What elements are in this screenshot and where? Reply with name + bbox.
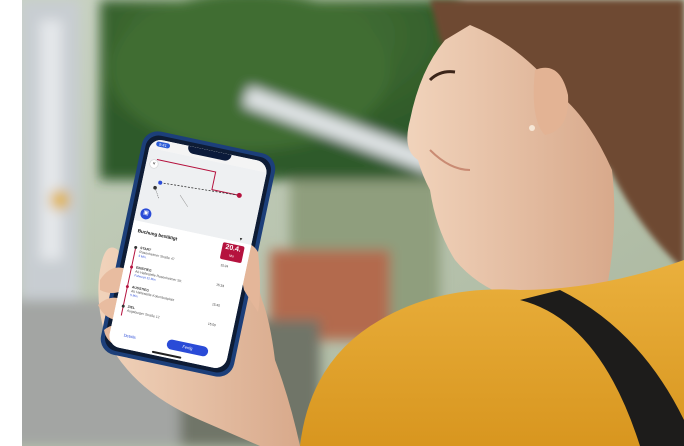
- stop-dot: [121, 304, 126, 308]
- photo-scene: 9:41 × ▣ ▾ Buchung bestätigt 20.4. Mo ST…: [0, 0, 684, 446]
- stop-dot: [125, 284, 130, 289]
- status-time: 9:41: [155, 141, 171, 149]
- background-photo: [0, 0, 684, 446]
- booking-title: Buchung bestätigt: [137, 228, 178, 242]
- details-link[interactable]: Details: [123, 332, 136, 339]
- stop-dot: [133, 245, 138, 250]
- date-badge: 20.4. Mo: [219, 242, 245, 264]
- stop-dot: [129, 265, 134, 269]
